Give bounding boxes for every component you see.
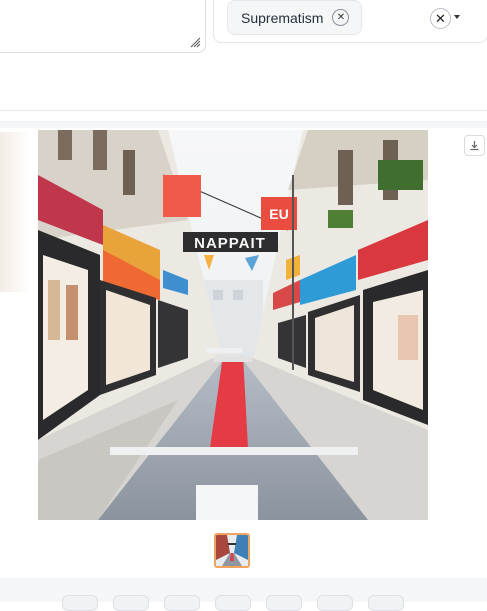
gallery-top-band xyxy=(0,122,487,128)
footer-button[interactable] xyxy=(317,595,353,611)
footer-button[interactable] xyxy=(62,595,98,611)
image-sign-text: NAPPAIT xyxy=(194,235,266,252)
style-chip-label: Suprematism xyxy=(241,9,324,26)
download-button[interactable] xyxy=(464,135,485,156)
footer-button[interactable] xyxy=(215,595,251,611)
prompt-textarea[interactable] xyxy=(0,0,206,53)
chevron-down-icon[interactable] xyxy=(454,15,460,19)
footer-toolbar xyxy=(0,578,487,611)
clear-icon[interactable]: ✕ xyxy=(430,8,451,29)
style-dropdown[interactable]: Suprematism ✕ ✕ xyxy=(213,0,487,43)
resize-handle-icon[interactable] xyxy=(189,36,201,48)
footer-button[interactable] xyxy=(113,595,149,611)
generated-image[interactable]: EU NAPPAIT xyxy=(38,130,428,520)
download-icon xyxy=(470,141,479,151)
footer-button[interactable] xyxy=(368,595,404,611)
style-chip: Suprematism ✕ xyxy=(227,0,363,35)
gallery-thumbnail[interactable] xyxy=(214,533,250,568)
remove-chip-icon[interactable]: ✕ xyxy=(332,9,350,26)
footer-button[interactable] xyxy=(164,595,200,611)
svg-text:EU: EU xyxy=(269,206,288,222)
image-gallery: EU NAPPAIT xyxy=(0,121,487,579)
divider xyxy=(0,110,487,111)
footer-button[interactable] xyxy=(266,595,302,611)
previous-image-ghost xyxy=(0,132,30,292)
